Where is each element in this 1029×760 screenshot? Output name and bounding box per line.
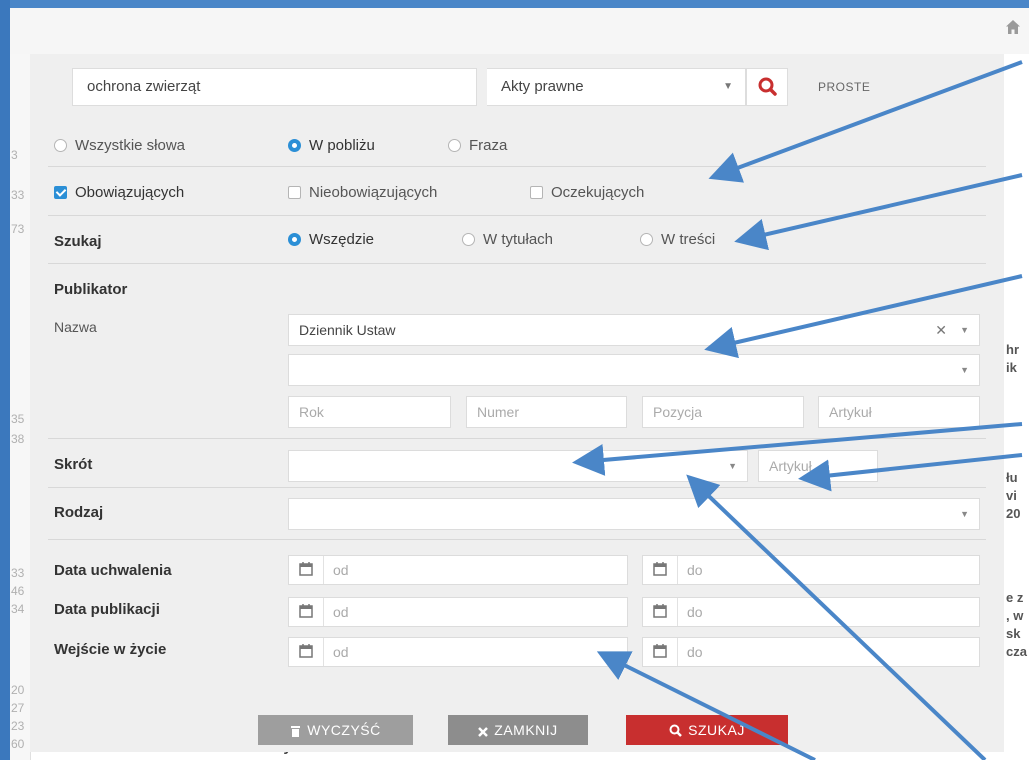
annotation-arrow (798, 453, 1023, 492)
annotation-arrow (572, 422, 1023, 476)
annotation-arrow (734, 173, 1023, 251)
annotation-arrow (708, 60, 1023, 183)
annotation-arrows (572, 60, 1023, 760)
annotation-arrow (596, 651, 816, 760)
annotation-arrow (686, 474, 987, 760)
annotation-arrow (704, 274, 1023, 359)
